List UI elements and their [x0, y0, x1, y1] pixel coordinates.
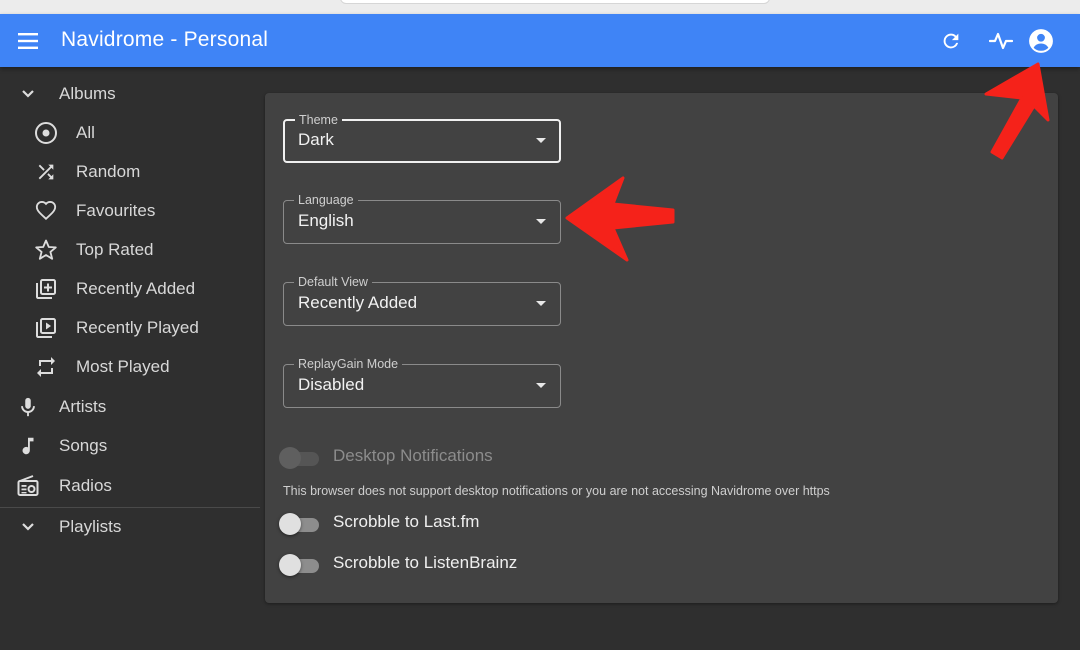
- repeat-icon: [33, 354, 59, 380]
- sidebar-item-recently-added[interactable]: Recently Added: [0, 270, 260, 308]
- personal-settings-panel: Theme Dark Language English Default View…: [265, 93, 1058, 603]
- hamburger-menu-icon[interactable]: [14, 27, 44, 55]
- default-view-select-label: Default View: [294, 275, 372, 289]
- sidebar-item-label: Recently Added: [76, 279, 196, 298]
- desktop-notifications-toggle[interactable]: [279, 446, 321, 470]
- sidebar-item-label: Favourites: [76, 201, 156, 220]
- scrobble-listenbrainz-toggle[interactable]: [279, 553, 321, 577]
- chevron-down-icon: [15, 514, 41, 540]
- sidebar-item-label: Albums: [59, 84, 116, 103]
- language-select-label: Language: [294, 193, 358, 207]
- app-bar: Navidrome - Personal: [0, 14, 1080, 67]
- sidebar-item-songs[interactable]: Songs: [0, 427, 260, 465]
- sidebar-item-most-played[interactable]: Most Played: [0, 348, 260, 386]
- activity-pulse-icon[interactable]: [986, 26, 1016, 56]
- theme-select-label: Theme: [295, 113, 342, 127]
- browser-address-bar[interactable]: [340, 0, 770, 4]
- sidebar-item-label: Random: [76, 162, 141, 181]
- microphone-icon: [15, 394, 41, 420]
- annotation-arrow-account: [984, 62, 1050, 160]
- replaygain-select[interactable]: ReplayGain Mode Disabled: [283, 357, 561, 408]
- sidebar-item-label: Recently Played: [76, 318, 199, 337]
- replaygain-select-value: Disabled: [298, 375, 365, 394]
- sidebar-item-label: Radios: [59, 476, 112, 495]
- chevron-down-icon: [15, 81, 41, 107]
- replaygain-select-label: ReplayGain Mode: [294, 357, 403, 371]
- library-add-icon: [33, 276, 59, 302]
- default-view-select[interactable]: Default View Recently Added: [283, 275, 561, 326]
- music-note-icon: [15, 433, 41, 459]
- sidebar-item-artists[interactable]: Artists: [0, 388, 260, 426]
- scrobble-listenbrainz-label: Scrobble to ListenBrainz: [333, 553, 518, 572]
- desktop-notifications-helper-text: This browser does not support desktop no…: [283, 484, 830, 498]
- language-select[interactable]: Language English: [283, 193, 561, 244]
- account-circle-icon[interactable]: [1026, 26, 1056, 56]
- sidebar: Albums All Random Favourites Top Rated R…: [0, 67, 262, 650]
- sidebar-item-recently-played[interactable]: Recently Played: [0, 309, 260, 347]
- theme-select[interactable]: Theme Dark: [283, 113, 561, 163]
- sidebar-item-playlists[interactable]: Playlists: [0, 508, 260, 546]
- sidebar-item-favourites[interactable]: Favourites: [0, 192, 260, 230]
- sidebar-item-label: Playlists: [59, 517, 122, 536]
- sidebar-item-top-rated[interactable]: Top Rated: [0, 231, 260, 269]
- default-view-select-value: Recently Added: [298, 293, 418, 312]
- language-select-value: English: [298, 211, 354, 230]
- dropdown-caret-icon: [536, 219, 546, 224]
- dropdown-caret-icon: [536, 138, 546, 143]
- sidebar-item-radios[interactable]: Radios: [0, 467, 260, 505]
- sidebar-item-random[interactable]: Random: [0, 153, 260, 191]
- sidebar-item-label: Most Played: [76, 357, 170, 376]
- star-outline-icon: [33, 237, 59, 263]
- sidebar-item-all[interactable]: All: [0, 114, 260, 152]
- dropdown-caret-icon: [536, 383, 546, 388]
- annotation-arrow-language: [565, 176, 675, 262]
- sidebar-item-label: Songs: [59, 436, 108, 455]
- radio-icon: [15, 473, 41, 499]
- refresh-icon[interactable]: [936, 26, 966, 56]
- sidebar-item-albums[interactable]: Albums: [0, 75, 260, 113]
- sidebar-item-label: Artists: [59, 397, 107, 416]
- dropdown-caret-icon: [536, 301, 546, 306]
- app-title: Navidrome - Personal: [61, 28, 269, 51]
- heart-outline-icon: [33, 198, 59, 224]
- shuffle-icon: [33, 159, 59, 185]
- sidebar-item-label: Top Rated: [76, 240, 154, 259]
- scrobble-lastfm-label: Scrobble to Last.fm: [333, 512, 480, 531]
- scrobble-lastfm-toggle[interactable]: [279, 512, 321, 536]
- sidebar-item-label: All: [76, 123, 95, 142]
- theme-select-value: Dark: [298, 130, 334, 149]
- browser-chrome-strip: [0, 0, 1080, 14]
- desktop-notifications-label: Desktop Notifications: [333, 446, 493, 465]
- library-play-icon: [33, 315, 59, 341]
- album-disc-icon: [33, 120, 59, 146]
